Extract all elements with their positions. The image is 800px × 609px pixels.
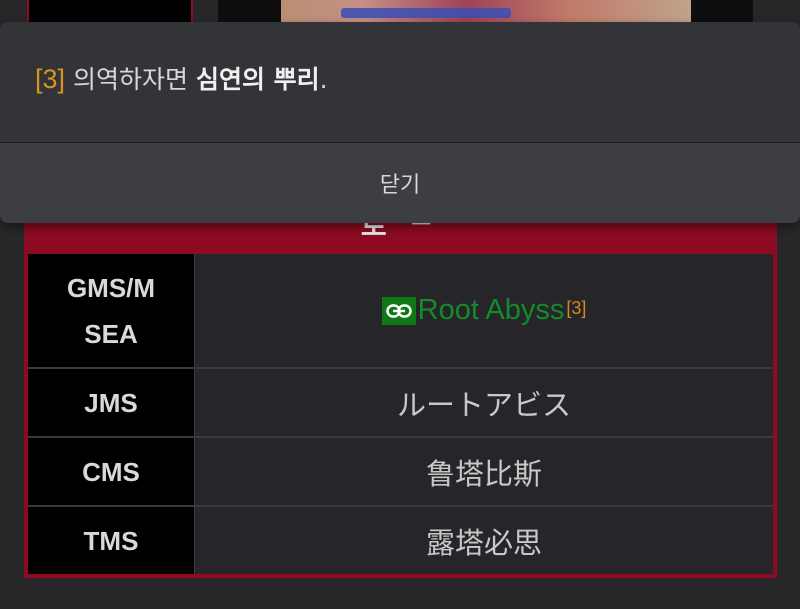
root-abyss-link[interactable]: Root Abyss [381,294,565,327]
row-label-text: GMS/M SEA [66,272,156,349]
footnote-text-bold: 심연의 뿌리 [195,65,320,94]
map-image [218,0,753,22]
row-label-gms: GMS/M SEA [28,254,194,367]
infobox-top-cell [27,0,193,22]
row-value-gms: Root Abyss [3] [194,254,773,367]
close-button[interactable]: 닫기 [0,143,800,223]
map-artwork [281,0,691,22]
footnote-text-before: 의역하자면 [65,65,196,94]
row-value-jms: ルートアビス [194,369,773,436]
footnote-popup: [3] 의역하자면 심연의 뿌리. 닫기 [0,22,800,223]
row-label-jms: JMS [28,369,194,436]
table-row: JMS ルートアビス [28,369,773,436]
footnote-number: [3] [35,64,66,94]
footnote-text-after: . [319,65,328,94]
row-label-tms: TMS [28,507,194,574]
table-row: GMS/M SEA Root Abyss [3] [28,254,773,367]
footnote-text: [3] 의역하자면 심연의 뿌리. [35,60,328,96]
footnote-ref[interactable]: [3] [566,298,586,319]
table-row: CMS 鲁塔比斯 [28,438,773,505]
link-text: Root Abyss [417,294,565,326]
table-row: TMS 露塔必思 [28,507,773,574]
row-label-cms: CMS [28,438,194,505]
row-value-tms: 露塔必思 [194,507,773,574]
row-value-cms: 鲁塔比斯 [194,438,773,505]
link-icon [381,297,416,325]
name-table: GMS/M SEA Root Abyss [3] JMS ルートアビス CMS … [28,254,773,574]
